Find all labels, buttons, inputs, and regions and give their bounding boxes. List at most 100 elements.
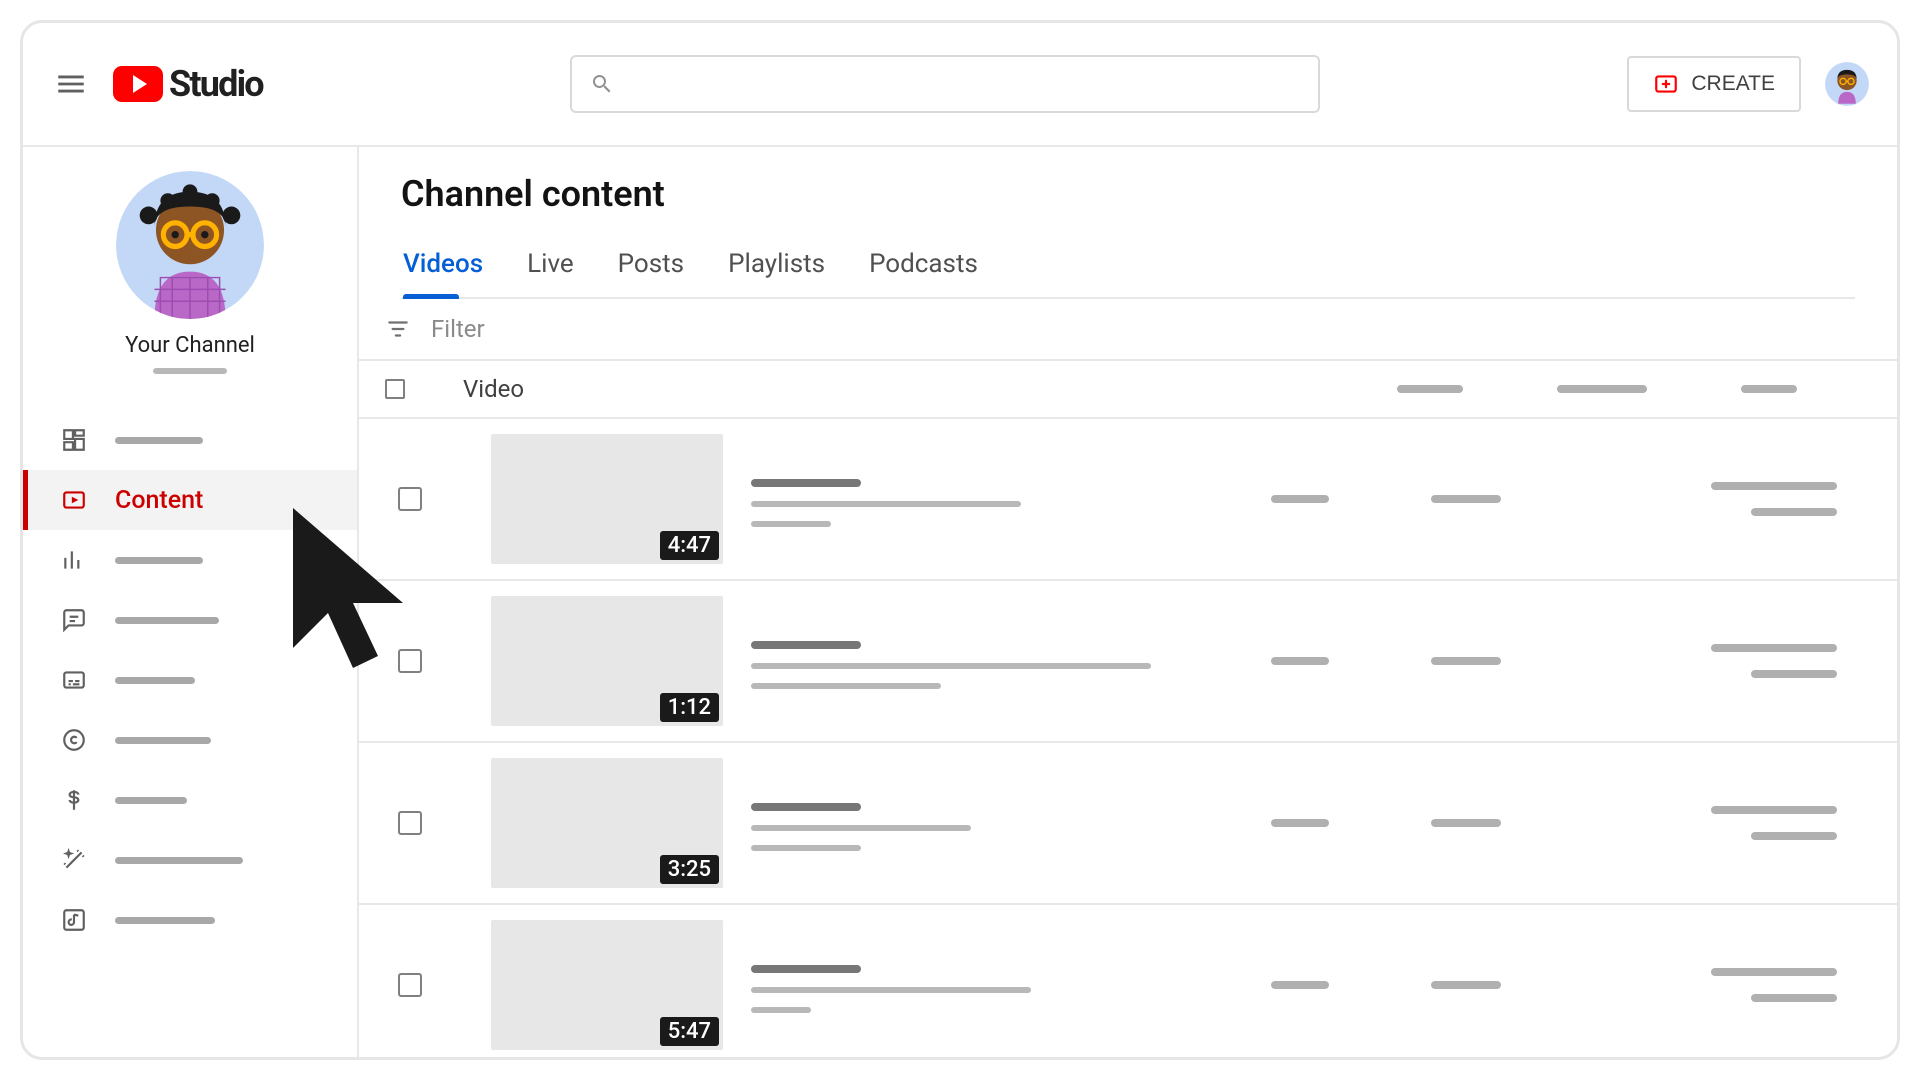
video-row[interactable]: 4:47 (359, 419, 1897, 581)
video-row[interactable]: 5:47 (359, 905, 1897, 1057)
account-avatar[interactable] (1825, 62, 1869, 106)
nav-label-placeholder (115, 857, 243, 864)
nav-label-placeholder (115, 917, 215, 924)
cell-placeholder (1271, 495, 1329, 503)
row-checkbox[interactable] (398, 487, 422, 511)
sidebar-item-comments[interactable] (23, 590, 357, 650)
sidebar-item-audio[interactable] (23, 890, 357, 950)
video-title-placeholder (751, 479, 861, 487)
cell-placeholder (1711, 482, 1837, 490)
comments-icon (61, 607, 87, 633)
duration-badge: 3:25 (660, 855, 719, 884)
channel-handle-placeholder (153, 368, 227, 374)
cell-placeholder (1431, 495, 1501, 503)
video-thumbnail[interactable]: 1:12 (491, 596, 723, 726)
cell-placeholder (1431, 981, 1501, 989)
studio-logo[interactable]: Studio (113, 63, 263, 105)
cell-placeholder (1711, 644, 1837, 652)
duration-badge: 5:47 (660, 1017, 719, 1046)
content-tabs: Videos Live Posts Playlists Podcasts (401, 237, 1855, 299)
sidebar-item-customization[interactable] (23, 830, 357, 890)
cell-placeholder (1751, 670, 1837, 678)
youtube-icon (113, 66, 163, 102)
nav-label-content: Content (115, 486, 203, 515)
nav-label-placeholder (115, 797, 187, 804)
row-checkbox[interactable] (398, 649, 422, 673)
search-input[interactable] (628, 73, 1300, 96)
column-placeholder (1397, 385, 1463, 393)
cell-placeholder (1431, 819, 1501, 827)
column-video: Video (463, 375, 524, 403)
hamburger-icon (54, 67, 88, 101)
cell-placeholder (1751, 508, 1837, 516)
column-placeholder (1741, 385, 1797, 393)
video-row[interactable]: 3:25 (359, 743, 1897, 905)
main-content: Channel content Videos Live Posts Playli… (359, 147, 1897, 1057)
video-title-placeholder (751, 803, 861, 811)
search-box[interactable] (570, 55, 1320, 113)
avatar-icon (1825, 62, 1869, 106)
search-icon (590, 72, 614, 96)
video-row[interactable]: 1:12 (359, 581, 1897, 743)
video-title-placeholder (751, 641, 861, 649)
video-title-placeholder (751, 965, 861, 973)
create-label: CREATE (1691, 72, 1775, 96)
video-desc-placeholder (751, 1007, 811, 1013)
channel-avatar[interactable] (116, 171, 264, 319)
cell-placeholder (1711, 806, 1837, 814)
sidebar-item-copyright[interactable] (23, 710, 357, 770)
filter-label: Filter (431, 315, 485, 343)
app-window: Studio CREATE (20, 20, 1900, 1060)
video-desc-placeholder (751, 663, 1151, 669)
select-all-checkbox[interactable] (385, 379, 405, 399)
avatar-icon (116, 171, 264, 319)
sidebar-item-dashboard[interactable] (23, 410, 357, 470)
filter-bar[interactable]: Filter (359, 299, 1897, 361)
nav-label-placeholder (115, 737, 211, 744)
row-checkbox[interactable] (398, 811, 422, 835)
tab-live[interactable]: Live (527, 237, 574, 297)
duration-badge: 1:12 (660, 693, 719, 722)
sidebar-nav: Content (23, 410, 357, 950)
analytics-icon (61, 547, 87, 573)
video-desc-placeholder (751, 683, 941, 689)
filter-icon (385, 316, 411, 342)
video-thumbnail[interactable]: 3:25 (491, 758, 723, 888)
tab-posts[interactable]: Posts (618, 237, 684, 297)
nav-label-placeholder (115, 557, 203, 564)
sidebar-item-earn[interactable] (23, 770, 357, 830)
sidebar-item-content[interactable]: Content (23, 470, 357, 530)
content-icon (61, 487, 87, 513)
video-desc-placeholder (751, 987, 1031, 993)
video-thumbnail[interactable]: 5:47 (491, 920, 723, 1050)
nav-label-placeholder (115, 437, 203, 444)
magic-wand-icon (61, 847, 87, 873)
video-desc-placeholder (751, 825, 971, 831)
sidebar: Your Channel Content (23, 147, 359, 1057)
audio-library-icon (61, 907, 87, 933)
create-button[interactable]: CREATE (1627, 56, 1801, 112)
video-thumbnail[interactable]: 4:47 (491, 434, 723, 564)
page-title: Channel content (401, 173, 1855, 215)
tab-playlists[interactable]: Playlists (728, 237, 825, 297)
cell-placeholder (1431, 657, 1501, 665)
sidebar-item-analytics[interactable] (23, 530, 357, 590)
create-icon (1653, 71, 1679, 97)
menu-button[interactable] (51, 64, 91, 104)
video-desc-placeholder (751, 521, 831, 527)
row-checkbox[interactable] (398, 973, 422, 997)
column-placeholder (1557, 385, 1647, 393)
tab-videos[interactable]: Videos (403, 237, 483, 297)
copyright-icon (61, 727, 87, 753)
logo-text: Studio (169, 63, 263, 105)
tab-podcasts[interactable]: Podcasts (869, 237, 978, 297)
dashboard-icon (61, 427, 87, 453)
earn-icon (61, 787, 87, 813)
cell-placeholder (1751, 994, 1837, 1002)
channel-name: Your Channel (125, 333, 255, 358)
sidebar-item-subtitles[interactable] (23, 650, 357, 710)
cell-placeholder (1711, 968, 1837, 976)
video-list: 4:47 (359, 419, 1897, 1057)
cell-placeholder (1271, 657, 1329, 665)
header: Studio CREATE (23, 23, 1897, 147)
